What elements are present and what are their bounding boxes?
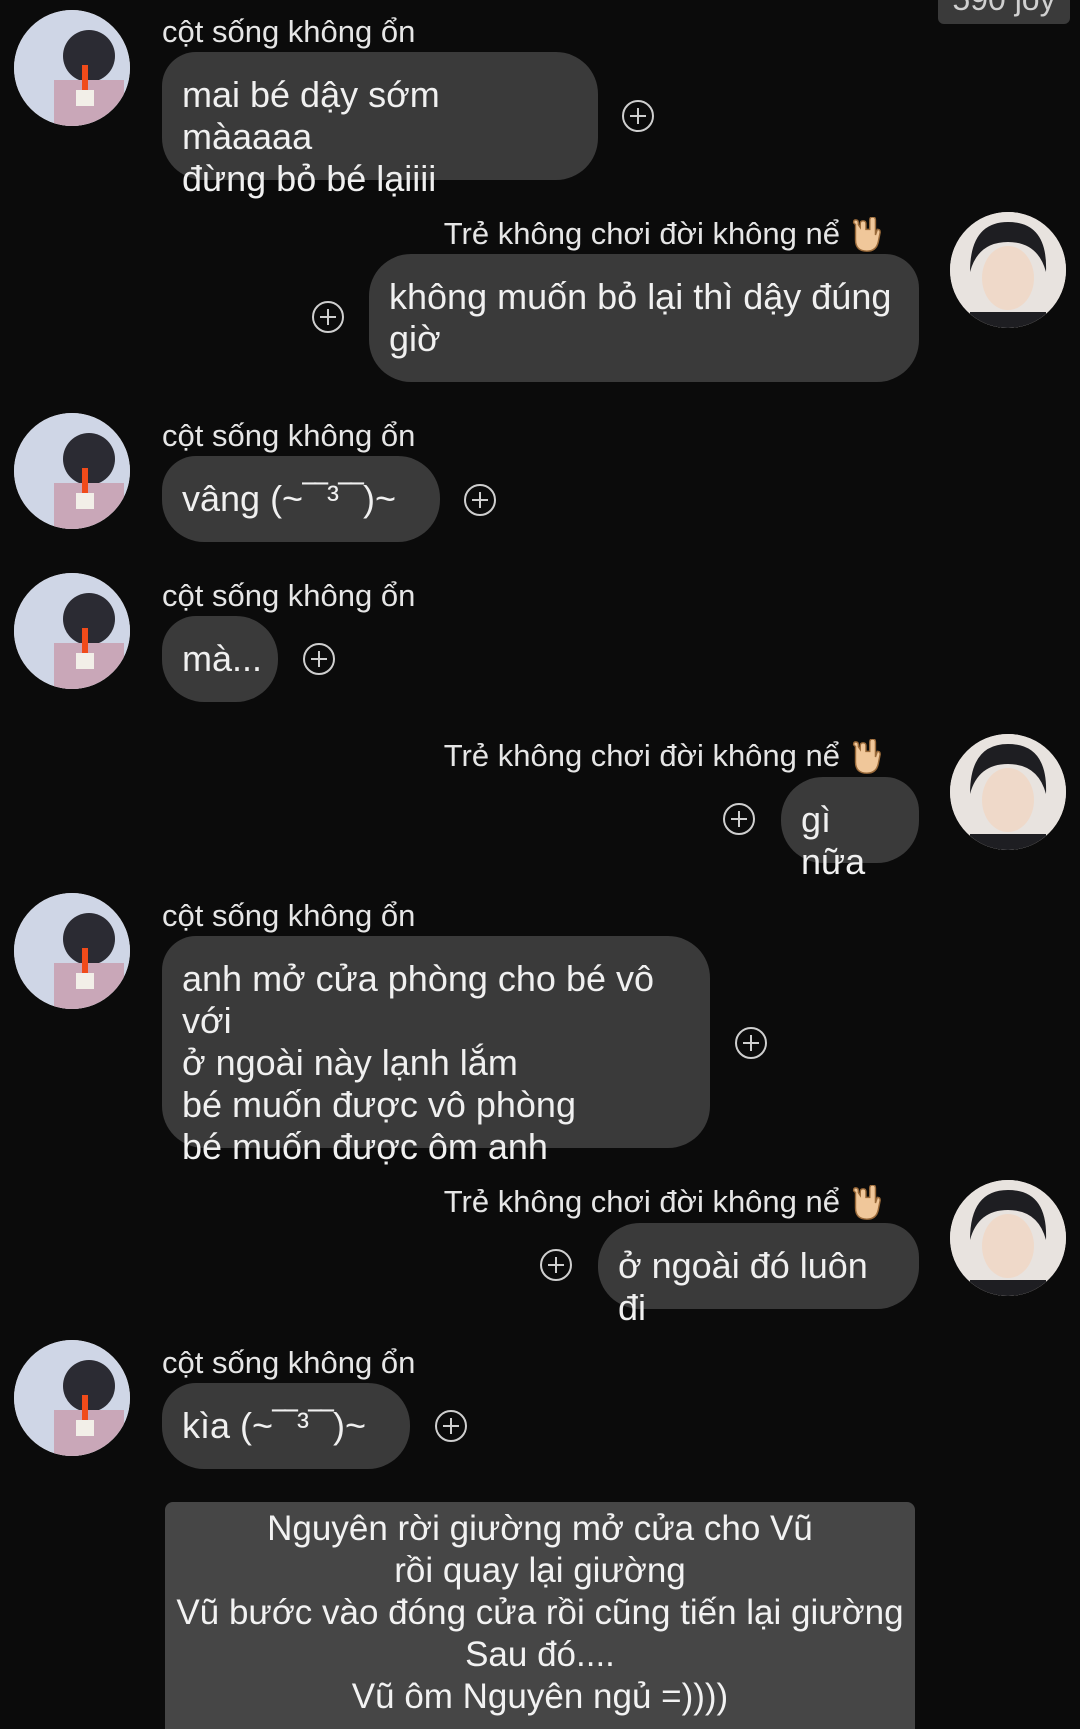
sender-name: Trẻ không chơi đời không nể <box>444 1184 884 1223</box>
sender-name-text: Trẻ không chơi đời không nể <box>443 738 840 773</box>
sender-name-text: Trẻ không chơi đời không nể <box>443 1184 840 1219</box>
narration-box: Nguyên rời giường mở cửa cho Vũ rồi quay… <box>165 1502 915 1729</box>
avatar-left[interactable] <box>14 573 130 689</box>
message-bubble[interactable]: anh mở cửa phòng cho bé vô với ở ngoài n… <box>162 936 710 1167</box>
plus-circle-icon[interactable] <box>723 803 755 835</box>
avatar-left-image <box>14 893 130 1009</box>
avatar-left-image <box>14 573 130 689</box>
plus-circle-icon[interactable] <box>435 1410 467 1442</box>
plus-circle-icon[interactable] <box>540 1249 572 1281</box>
sender-name: cột sống không ổn <box>162 898 416 933</box>
hand-rock-icon <box>852 1184 881 1220</box>
avatar-left-image <box>14 10 130 126</box>
plus-circle-icon[interactable] <box>464 484 496 516</box>
avatar-right[interactable] <box>950 734 1066 850</box>
plus-circle-icon[interactable] <box>622 100 654 132</box>
avatar-left[interactable] <box>14 10 130 126</box>
message-bubble[interactable]: kìa (~‾‾³‾‾)~ <box>162 1383 410 1469</box>
sender-name: cột sống không ổn <box>162 578 416 613</box>
avatar-left[interactable] <box>14 413 130 529</box>
plus-circle-icon[interactable] <box>303 643 335 675</box>
hand-rock-icon <box>852 216 881 252</box>
points-badge: 590 joy <box>938 0 1070 24</box>
avatar-right-image <box>950 1180 1066 1296</box>
message-bubble[interactable]: ở ngoài đó luôn đi <box>598 1223 919 1328</box>
sender-name: Trẻ không chơi đời không nể <box>444 738 884 777</box>
avatar-right-image <box>950 212 1066 328</box>
plus-circle-icon[interactable] <box>735 1027 767 1059</box>
sender-name: cột sống không ổn <box>162 418 416 453</box>
avatar-left[interactable] <box>14 893 130 1009</box>
avatar-left[interactable] <box>14 1340 130 1456</box>
avatar-right[interactable] <box>950 212 1066 328</box>
sender-name: Trẻ không chơi đời không nể <box>444 216 884 255</box>
plus-circle-icon[interactable] <box>312 301 344 333</box>
avatar-left-image <box>14 1340 130 1456</box>
hand-rock-icon <box>852 738 881 774</box>
avatar-right-image <box>950 734 1066 850</box>
sender-name: cột sống không ổn <box>162 14 416 49</box>
avatar-right[interactable] <box>950 1180 1066 1296</box>
sender-name-text: Trẻ không chơi đời không nể <box>443 216 840 251</box>
message-bubble[interactable]: mà... <box>162 616 278 702</box>
sender-name: cột sống không ổn <box>162 1345 416 1380</box>
message-bubble[interactable]: mai bé dậy sớm màaaaa đừng bỏ bé lạiiii <box>162 52 598 199</box>
message-bubble[interactable]: gì nữa <box>781 777 919 882</box>
message-bubble[interactable]: vâng (~‾‾³‾‾)~ <box>162 456 440 542</box>
message-bubble[interactable]: không muốn bỏ lại thì dậy đúng giờ <box>369 254 919 382</box>
avatar-left-image <box>14 413 130 529</box>
